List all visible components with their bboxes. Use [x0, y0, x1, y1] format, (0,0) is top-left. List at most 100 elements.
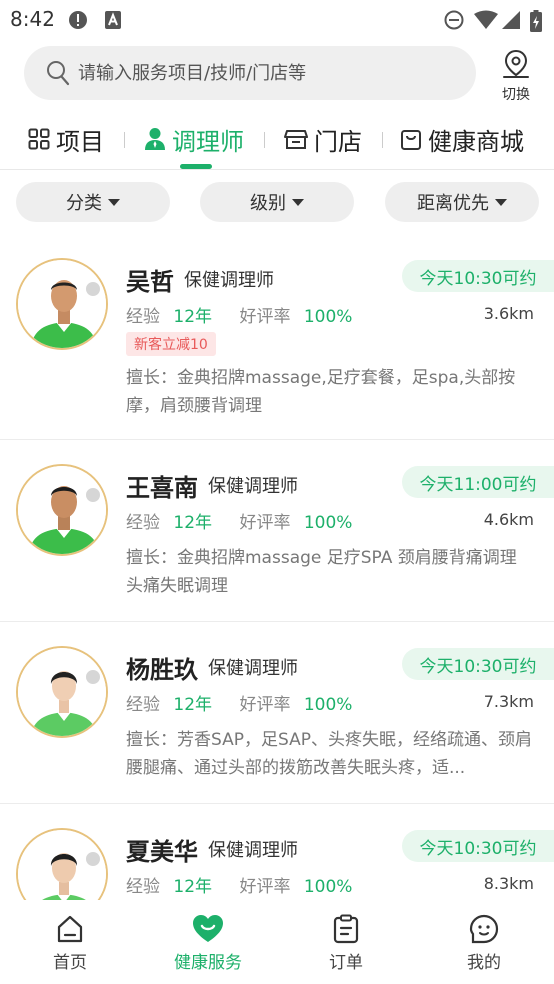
therapist-title: 保健调理师 [208, 658, 298, 679]
tab-divider [382, 132, 383, 148]
search-box[interactable] [24, 46, 476, 100]
skills-text: 擅长：芳香SAP，足SAP、头疼失眠，经络疏通、颈肩腰腿痛、通过头部的拨筋改善失… [126, 730, 532, 778]
therapist-name: 吴哲 [126, 268, 174, 296]
therapist-card[interactable]: 夏美华 保健调理师 今天10:30可约 经验 12年 好评率 100% 8.3k… [0, 804, 554, 900]
bottom-navigation: 首页 健康服务 订单 我的 [0, 900, 554, 984]
nav-label: 健康服务 [174, 953, 242, 973]
tab-therapists[interactable]: 调理师 [144, 122, 244, 156]
filter-distance[interactable]: 距离优先 [385, 182, 539, 222]
category-tabs: 项目 调理师 门店 健康商城 [0, 112, 554, 170]
tab-divider [264, 132, 265, 148]
alert-icon [69, 11, 87, 29]
rating-value: 100% [303, 877, 353, 897]
experience-value: 12年 [173, 513, 213, 533]
therapist-avatar [16, 258, 108, 350]
therapist-title: 保健调理师 [208, 840, 298, 861]
shopping-bag-icon [401, 130, 421, 150]
therapist-card[interactable]: 王喜南 保健调理师 今天11:00可约 经验 12年 好评率 100% 4.6k… [0, 440, 554, 622]
experience-value: 12年 [173, 695, 213, 715]
experience-value: 12年 [173, 877, 213, 897]
signal-icon [502, 11, 520, 29]
experience-label: 经验 [126, 877, 160, 897]
avatar-badge-icon [84, 486, 102, 504]
rating-label: 好评率 [239, 695, 291, 715]
tab-label: 健康商城 [428, 127, 524, 156]
nav-profile[interactable]: 我的 [424, 914, 544, 973]
clipboard-icon [333, 914, 359, 944]
tab-projects[interactable]: 项目 [28, 122, 104, 156]
avatar-badge-icon [84, 668, 102, 686]
therapist-card[interactable]: 吴哲 保健调理师 今天10:30可约 经验 12年 好评率 100% 3.6km… [0, 240, 554, 440]
promo-tag: 新客立减10 [126, 332, 216, 356]
location-pin-icon [503, 49, 529, 78]
filter-bar: 分类 级别 距离优先 [0, 182, 554, 224]
caret-down-icon [495, 198, 507, 206]
tab-label: 门店 [314, 127, 362, 156]
nav-orders[interactable]: 订单 [286, 914, 406, 973]
tab-divider [124, 132, 125, 148]
caret-down-icon [108, 198, 120, 206]
tab-label: 调理师 [172, 127, 244, 156]
therapist-name: 杨胜玖 [126, 656, 198, 684]
male-portrait-icon [18, 466, 106, 554]
rating-label: 好评率 [239, 877, 291, 897]
smiley-icon [469, 914, 499, 944]
nav-label: 订单 [329, 953, 363, 973]
notification-a-icon [105, 11, 121, 29]
active-tab-indicator [180, 164, 212, 169]
search-input[interactable] [78, 46, 458, 100]
heart-icon [193, 915, 223, 942]
therapist-stats: 经验 12年 好评率 100% [126, 872, 352, 897]
rating-value: 100% [303, 307, 353, 327]
availability-badge[interactable]: 今天10:30可约 [402, 260, 554, 292]
person-icon [145, 128, 165, 150]
search-icon [47, 61, 70, 86]
therapist-stats: 经验 12年 好评率 100% [126, 690, 352, 715]
therapist-stats: 经验 12年 好评率 100% [126, 508, 352, 533]
battery-icon [530, 10, 542, 32]
therapist-avatar [16, 646, 108, 738]
female-portrait-icon [18, 648, 106, 736]
status-time: 8:42 [10, 7, 55, 31]
search-row: 切换 [0, 46, 554, 104]
availability-badge[interactable]: 今天11:00可约 [402, 466, 554, 498]
distance: 7.3km [483, 692, 534, 711]
filter-label: 距离优先 [417, 193, 489, 214]
therapist-name: 夏美华 [126, 838, 198, 866]
therapist-title: 保健调理师 [208, 476, 298, 497]
avatar-badge-icon [84, 280, 102, 298]
filter-level[interactable]: 级别 [200, 182, 354, 222]
skills-text: 擅长：金典招牌massage,足疗套餐，足spa,头部按摩，肩颈腰背调理 [126, 368, 516, 416]
experience-label: 经验 [126, 695, 160, 715]
home-icon [57, 915, 83, 943]
availability-badge[interactable]: 今天10:30可约 [402, 830, 554, 862]
availability-badge[interactable]: 今天10:30可约 [402, 648, 554, 680]
wifi-icon [474, 10, 498, 29]
nav-health-service[interactable]: 健康服务 [148, 914, 268, 973]
therapist-name: 王喜南 [126, 474, 198, 502]
experience-label: 经验 [126, 513, 160, 533]
male-portrait-icon [18, 260, 106, 348]
therapist-list: 吴哲 保健调理师 今天10:30可约 经验 12年 好评率 100% 3.6km… [0, 240, 554, 900]
filter-category[interactable]: 分类 [16, 182, 170, 222]
experience-value: 12年 [173, 307, 213, 327]
therapist-card[interactable]: 杨胜玖 保健调理师 今天10:30可约 经验 12年 好评率 100% 7.3k… [0, 622, 554, 804]
therapist-stats: 经验 12年 好评率 100% [126, 302, 352, 327]
rating-label: 好评率 [239, 513, 291, 533]
location-switch-button[interactable]: 切换 [494, 48, 538, 104]
nav-home[interactable]: 首页 [10, 914, 130, 973]
rating-value: 100% [303, 695, 353, 715]
distance: 8.3km [483, 874, 534, 893]
avatar-badge-icon [84, 850, 102, 868]
rating-value: 100% [303, 513, 353, 533]
grid-icon [28, 128, 50, 150]
do-not-disturb-icon [444, 10, 464, 30]
distance: 3.6km [483, 304, 534, 323]
nav-label: 首页 [53, 953, 87, 973]
status-bar: 8:42 [0, 0, 554, 38]
tab-stores[interactable]: 门店 [284, 122, 362, 156]
tab-health-mall[interactable]: 健康商城 [400, 122, 524, 156]
store-icon [284, 130, 308, 149]
caret-down-icon [292, 198, 304, 206]
experience-label: 经验 [126, 307, 160, 327]
